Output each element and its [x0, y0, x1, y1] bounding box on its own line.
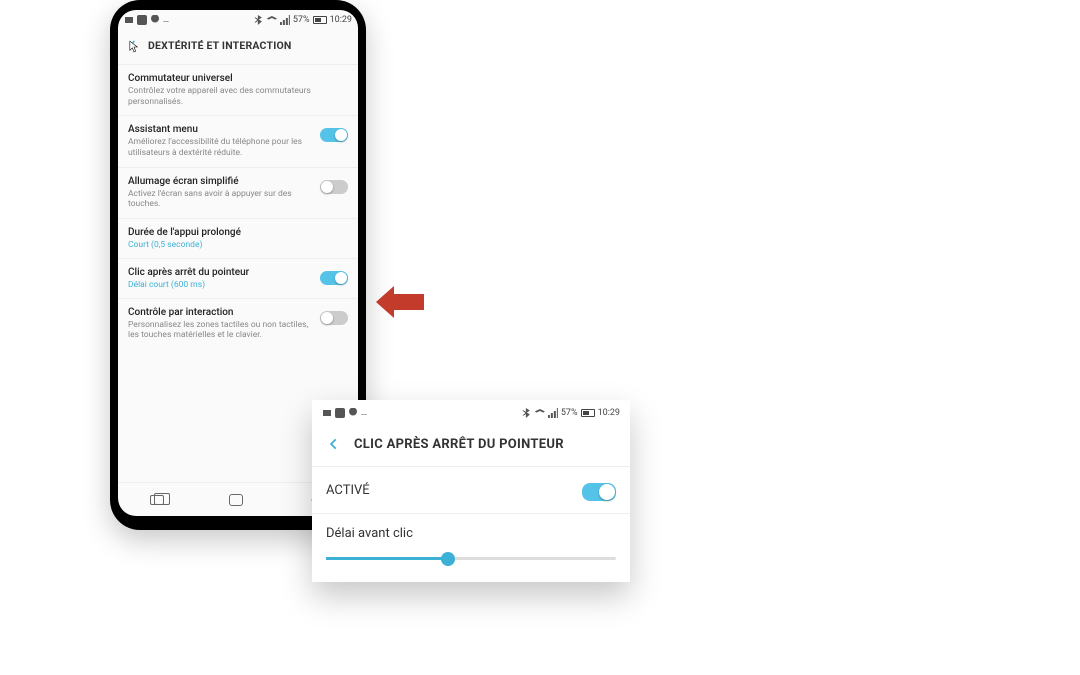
signal-icon — [280, 15, 290, 25]
battery-percent: 57% — [561, 408, 578, 418]
active-row[interactable]: ACTIVÉ — [312, 467, 630, 514]
bluetooth-icon — [254, 15, 264, 25]
clock: 10:29 — [330, 15, 352, 25]
callout-arrow-icon — [372, 280, 428, 324]
detail-header: CLIC APRÈS ARRÊT DU POINTEUR — [312, 426, 630, 467]
setting-title: Durée de l'appui prolongé — [128, 227, 348, 238]
notification-icon — [322, 408, 332, 418]
setting-desc: Améliorez l'accessibilité du téléphone p… — [128, 137, 314, 158]
page-title: DEXTÉRITÉ ET INTERACTION — [148, 39, 292, 52]
home-button[interactable] — [229, 494, 243, 506]
setting-interaction-control[interactable]: Contrôle par interaction Personnalisez l… — [118, 299, 358, 349]
facebook-icon — [335, 408, 345, 418]
setting-value: Délai court (600 ms) — [128, 280, 314, 290]
setting-assistant-menu[interactable]: Assistant menu Améliorez l'accessibilité… — [118, 116, 358, 167]
toggle-easy-screen-on[interactable] — [320, 180, 348, 194]
delay-slider-section: Délai avant clic — [312, 514, 630, 582]
setting-click-after-pointer-stop[interactable]: Clic après arrêt du pointeur Délai court… — [118, 259, 358, 299]
toggle-click-after-pointer[interactable] — [320, 271, 348, 285]
detail-title: CLIC APRÈS ARRÊT DU POINTEUR — [354, 437, 564, 452]
person-icon — [150, 15, 160, 25]
back-button[interactable] — [324, 434, 344, 454]
bluetooth-icon — [522, 408, 532, 418]
setting-desc: Activez l'écran sans avoir à appuyer sur… — [128, 189, 314, 210]
signal-icon — [548, 408, 558, 418]
setting-title: Commutateur universel — [128, 73, 348, 84]
more-icon: … — [163, 15, 169, 25]
toggle-interaction-control[interactable] — [320, 311, 348, 325]
person-icon — [348, 408, 358, 418]
detail-status-bar: … 57% 10:29 — [312, 400, 630, 426]
setting-desc: Personnalisez les zones tactiles ou non … — [128, 320, 314, 341]
setting-title: Contrôle par interaction — [128, 307, 314, 318]
setting-title: Assistant menu — [128, 124, 314, 135]
battery-percent: 57% — [293, 15, 310, 25]
battery-icon — [313, 16, 327, 24]
setting-title: Clic après arrêt du pointeur — [128, 267, 314, 278]
toggle-assistant-menu[interactable] — [320, 128, 348, 142]
screen-header: DEXTÉRITÉ ET INTERACTION — [118, 30, 358, 65]
setting-universal-switch[interactable]: Commutateur universel Contrôlez votre ap… — [118, 65, 358, 116]
setting-title: Allumage écran simplifié — [128, 176, 314, 187]
wifi-icon — [535, 409, 545, 417]
recent-apps-button[interactable] — [150, 495, 164, 505]
toggle-active[interactable] — [582, 483, 616, 501]
notification-icon — [124, 15, 134, 25]
active-label: ACTIVÉ — [326, 483, 582, 498]
delay-slider[interactable] — [326, 557, 616, 560]
slider-fill — [326, 557, 448, 560]
back-button[interactable] — [124, 36, 142, 54]
slider-thumb[interactable] — [441, 552, 455, 566]
wifi-icon — [267, 16, 277, 24]
battery-icon — [581, 409, 595, 417]
setting-long-press-duration[interactable]: Durée de l'appui prolongé Court (0,5 sec… — [118, 219, 358, 259]
clock: 10:29 — [598, 408, 620, 418]
setting-easy-screen-on[interactable]: Allumage écran simplifié Activez l'écran… — [118, 168, 358, 219]
setting-desc: Contrôlez votre appareil avec des commut… — [128, 86, 348, 107]
slider-label: Délai avant clic — [326, 526, 616, 541]
facebook-icon — [137, 15, 147, 25]
status-bar: … 57% 10:29 — [118, 10, 358, 30]
detail-panel: … 57% 10:29 CLIC APRÈS ARRÊT DU POINTEUR… — [312, 400, 630, 582]
setting-value: Court (0,5 seconde) — [128, 240, 348, 250]
more-icon: … — [361, 408, 367, 418]
